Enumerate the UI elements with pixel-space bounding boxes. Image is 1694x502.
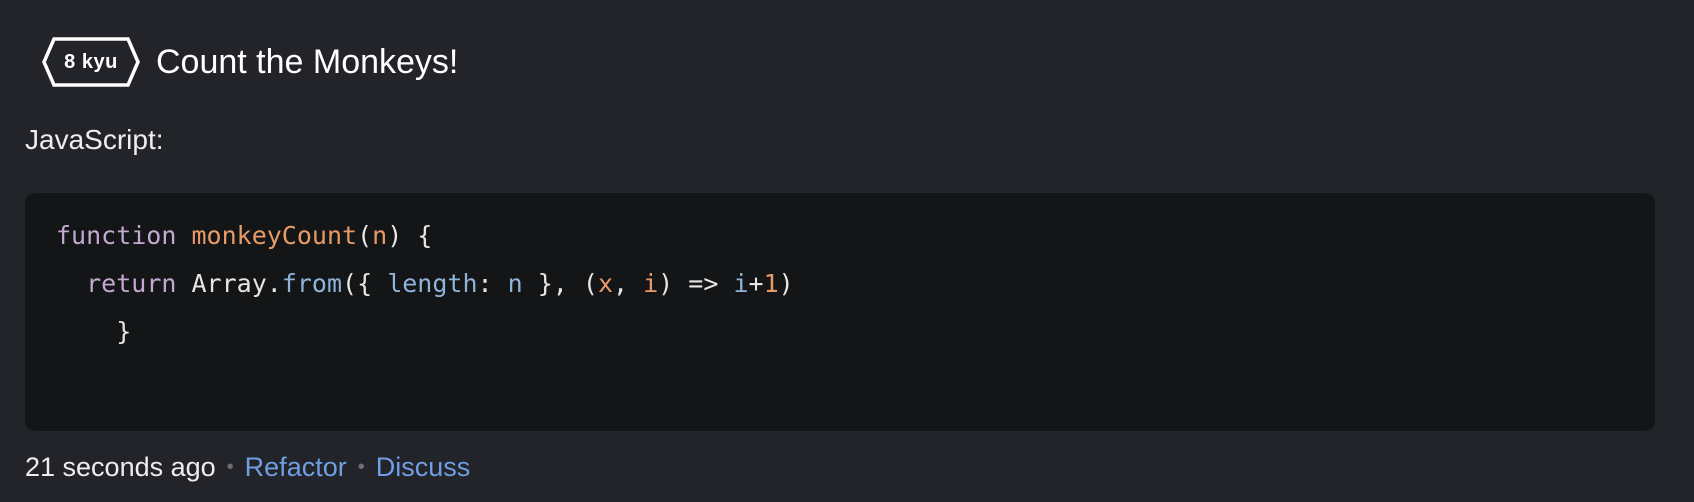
code-function-name: monkeyCount xyxy=(191,221,358,250)
separator-dot: • xyxy=(226,456,234,478)
code-punct: : xyxy=(477,269,508,298)
rank-badge: 8 kyu xyxy=(42,36,140,88)
code-punct: ) xyxy=(778,269,794,298)
code-punct: }, ( xyxy=(522,269,598,298)
code-method: from xyxy=(281,269,343,298)
code-punct: ({ xyxy=(342,269,388,298)
code-line-3: } xyxy=(56,317,131,346)
code-line-2: return Array.from({ length: n }, (x, i) … xyxy=(56,269,794,298)
code-param: n xyxy=(372,221,388,250)
code-punct: . xyxy=(266,269,282,298)
code-line-1: function monkeyCount(n) { xyxy=(56,221,432,250)
kata-title[interactable]: Count the Monkeys! xyxy=(156,43,458,82)
code-operator: + xyxy=(748,269,764,298)
code-param: i xyxy=(643,269,659,298)
code-brace: } xyxy=(116,317,132,346)
rank-label: 8 kyu xyxy=(64,50,118,73)
code-punct: ) => xyxy=(658,269,734,298)
code-number: 1 xyxy=(763,269,779,298)
code-property: length xyxy=(387,269,478,298)
code-punct: ( xyxy=(357,221,373,250)
code-keyword: return xyxy=(86,269,177,298)
code-object: Array xyxy=(191,269,267,298)
language-label: JavaScript: xyxy=(25,124,164,155)
code-variable: i xyxy=(733,269,749,298)
code-block: function monkeyCount(n) { return Array.f… xyxy=(25,193,1655,431)
separator-dot: • xyxy=(357,456,365,478)
timestamp: 21 seconds ago xyxy=(25,452,216,482)
refactor-link[interactable]: Refactor xyxy=(245,452,347,483)
code-value: n xyxy=(507,269,523,298)
code-punct: , xyxy=(613,269,644,298)
code-keyword: function xyxy=(56,221,177,250)
code-punct: ) { xyxy=(387,221,433,250)
discuss-link[interactable]: Discuss xyxy=(376,452,471,483)
kata-header: 8 kyu Count the Monkeys! xyxy=(42,36,458,88)
code-param: x xyxy=(597,269,613,298)
solution-footer: 21 seconds ago • Refactor • Discuss xyxy=(25,452,470,483)
